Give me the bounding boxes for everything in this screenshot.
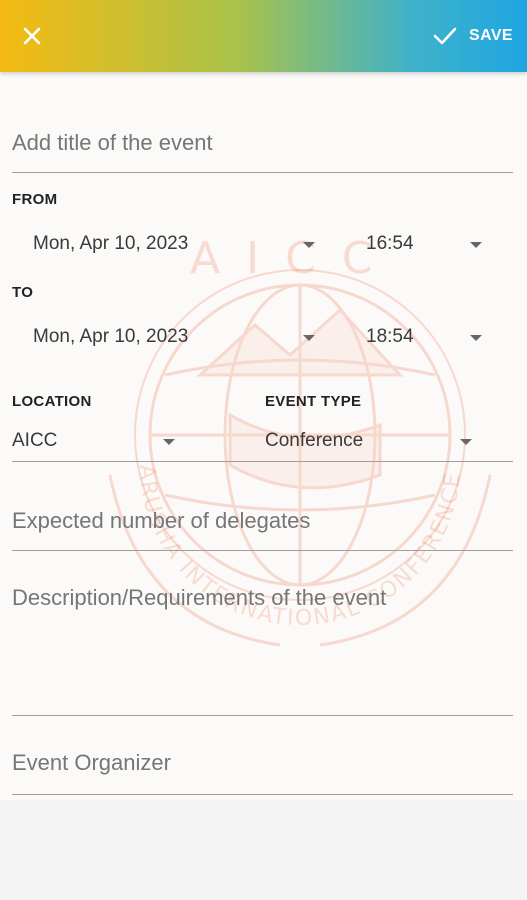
from-time-dropdown[interactable]: 16:54	[366, 233, 414, 255]
close-icon	[23, 27, 41, 45]
location-label: LOCATION	[12, 393, 92, 410]
event-type-value: Conference	[265, 430, 364, 451]
organizer-placeholder: Event Organizer	[12, 750, 171, 775]
from-time-value: 16:54	[366, 233, 414, 254]
svg-text:ARUSHA INTERNATIONAL CONFERENC: ARUSHA INTERNATIONAL CONFERENCE CENTRE	[80, 225, 466, 631]
description-field[interactable]: Description/Requirements of the event	[12, 575, 513, 716]
bottom-area	[0, 800, 527, 900]
check-icon	[433, 27, 457, 45]
close-button[interactable]	[14, 18, 50, 54]
chevron-down-icon	[470, 335, 482, 341]
event-title-placeholder: Add title of the event	[12, 130, 213, 155]
app-bar: SAVE	[0, 0, 527, 72]
event-type-label: EVENT TYPE	[265, 393, 362, 410]
chevron-down-icon	[460, 439, 472, 445]
from-label: FROM	[12, 191, 58, 208]
description-placeholder: Description/Requirements of the event	[12, 585, 387, 610]
event-title-field[interactable]: Add title of the event	[12, 120, 513, 173]
chevron-down-icon	[163, 439, 175, 445]
from-date-dropdown[interactable]: Mon, Apr 10, 2023	[33, 233, 188, 255]
chevron-down-icon	[303, 335, 315, 341]
watermark-ring-text: ARUSHA INTERNATIONAL CONFERENCE CENTRE	[80, 225, 464, 631]
to-date-dropdown[interactable]: Mon, Apr 10, 2023	[33, 326, 188, 348]
location-dropdown[interactable]: AICC	[12, 430, 57, 452]
to-time-dropdown[interactable]: 18:54	[366, 326, 414, 348]
to-time-value: 18:54	[366, 326, 414, 347]
from-date-value: Mon, Apr 10, 2023	[33, 233, 189, 254]
to-date-value: Mon, Apr 10, 2023	[33, 326, 189, 347]
event-type-dropdown[interactable]: Conference	[265, 430, 363, 452]
delegates-placeholder: Expected number of delegates	[12, 508, 311, 533]
save-button[interactable]: SAVE	[433, 18, 513, 54]
chevron-down-icon	[470, 242, 482, 248]
save-label: SAVE	[469, 27, 513, 44]
chevron-down-icon	[303, 242, 315, 248]
organizer-field[interactable]: Event Organizer	[12, 742, 513, 795]
dropdown-underline	[12, 461, 513, 462]
to-label: TO	[12, 284, 34, 301]
delegates-field[interactable]: Expected number of delegates	[12, 498, 513, 551]
location-value: AICC	[12, 430, 58, 451]
